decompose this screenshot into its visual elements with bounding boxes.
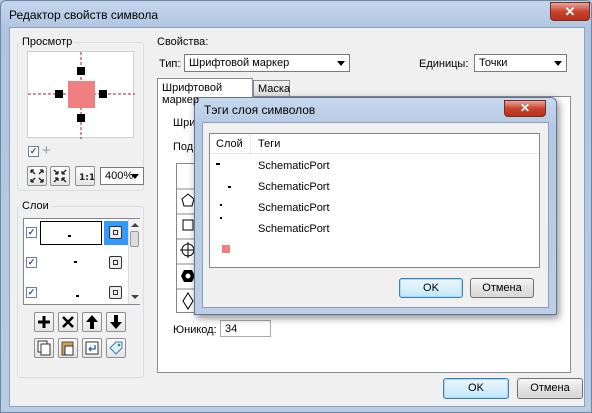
paste-icon	[61, 341, 74, 356]
zoom-select[interactable]: 400%	[100, 167, 144, 185]
crosshair-icon: +	[42, 142, 51, 159]
layer-tags-dialog: Тэги слоя символов ✕ Слой Теги Schematic…	[194, 97, 557, 315]
paste-layer-button[interactable]	[58, 338, 78, 358]
copy-icon	[37, 340, 51, 356]
tag-cell: SchematicPort	[258, 202, 330, 214]
close-button[interactable]: ✕	[550, 2, 590, 21]
properties-label: Свойства:	[157, 36, 209, 48]
units-value: Точки	[479, 57, 508, 69]
zoom-value: 400%	[105, 170, 134, 182]
scroll-down-icon[interactable]	[131, 295, 139, 299]
units-select[interactable]: Точки	[474, 54, 567, 72]
layer-thumbnail	[40, 221, 102, 245]
preview-canvas	[27, 51, 135, 139]
column-divider	[250, 134, 251, 154]
zoom-fit-icon	[30, 169, 44, 183]
layer-visible-checkbox[interactable]: ✓	[26, 287, 37, 298]
layer-tags-button[interactable]	[106, 338, 126, 358]
layer-preview	[222, 245, 230, 253]
dialog-title: Тэги слоя символов	[204, 103, 316, 117]
layer-thumbnail	[74, 261, 77, 263]
undo-icon	[85, 341, 99, 355]
layer-preview	[220, 217, 222, 219]
table-row[interactable]	[210, 240, 539, 260]
tags-list: Слой Теги SchematicPort SchematicPort Sc…	[209, 133, 540, 268]
layer-preview	[216, 163, 220, 165]
lock-icon[interactable]	[109, 256, 122, 269]
layers-list: ✓ ✓ ✓	[23, 218, 140, 305]
tab-mask-label: Маска	[258, 83, 291, 95]
preview-label: Просмотр	[22, 36, 73, 48]
layer-thumbnail	[76, 295, 79, 297]
column-header-layer[interactable]: Слой	[216, 138, 243, 150]
scroll-up-icon[interactable]	[131, 223, 139, 227]
dialog-client: Слой Теги SchematicPort SchematicPort Sc…	[202, 122, 549, 308]
add-layer-button[interactable]	[34, 312, 54, 332]
type-label: Тип:	[159, 58, 181, 70]
units-label: Единицы:	[419, 58, 469, 70]
layers-label: Слои	[22, 200, 49, 212]
tag-icon	[109, 341, 123, 355]
type-select[interactable]: Шрифтовой маркер	[184, 54, 350, 72]
actual-size-button[interactable]: 1:1	[75, 166, 95, 186]
reset-layer-button[interactable]	[82, 338, 102, 358]
layers-scrollbar[interactable]	[128, 219, 140, 304]
dialog-ok-button[interactable]: OK	[399, 278, 463, 298]
remove-layer-button[interactable]	[58, 312, 78, 332]
layer-preview	[220, 204, 222, 206]
tab-font-marker[interactable]: Шрифтовой маркер	[157, 78, 253, 106]
window-title: Редактор свойств символа	[9, 8, 159, 22]
zoom-full-button[interactable]	[50, 166, 70, 186]
unicode-value: 34	[225, 323, 238, 335]
actual-size-icon: 1:1	[79, 173, 95, 183]
tag-cell: SchematicPort	[258, 160, 330, 172]
ok-button[interactable]: OK	[443, 378, 509, 399]
layer-row-selected[interactable]: ✓	[24, 220, 128, 246]
cancel-button[interactable]: Отмена	[517, 378, 583, 399]
symbol-editor-window: Редактор свойств символа ✕ Просмотр ✓ +	[0, 0, 592, 413]
chevron-down-icon	[554, 61, 562, 66]
layer-row[interactable]: ✓	[24, 250, 128, 276]
arrow-down-icon	[110, 315, 122, 329]
move-layer-down-button[interactable]	[106, 312, 126, 332]
table-row[interactable]: SchematicPort	[210, 217, 539, 239]
layer-visible-checkbox[interactable]: ✓	[26, 257, 37, 268]
table-row[interactable]: SchematicPort	[210, 177, 539, 197]
table-row[interactable]: SchematicPort	[210, 156, 539, 176]
column-header-tags[interactable]: Теги	[258, 138, 280, 150]
tab-mask[interactable]: Маска	[253, 80, 290, 96]
zoom-fit-button[interactable]	[27, 166, 47, 186]
layer-visible-checkbox[interactable]: ✓	[26, 227, 37, 238]
layer-row[interactable]: ✓	[24, 280, 128, 306]
preview-guides-checkbox[interactable]: ✓	[28, 146, 39, 157]
copy-layer-button[interactable]	[34, 338, 54, 358]
delete-x-icon	[62, 316, 74, 328]
layer-preview	[228, 186, 231, 188]
dialog-close-button[interactable]: ✕	[504, 100, 546, 117]
zoom-full-icon	[53, 169, 67, 183]
lock-icon[interactable]	[109, 226, 122, 239]
unicode-label: Юникод:	[173, 324, 217, 336]
dialog-cancel-button[interactable]: Отмена	[470, 278, 534, 298]
move-layer-up-button[interactable]	[82, 312, 102, 332]
lock-icon[interactable]	[109, 286, 122, 299]
type-value: Шрифтовой маркер	[189, 57, 290, 69]
tag-cell: SchematicPort	[258, 223, 330, 235]
chevron-down-icon	[337, 61, 345, 66]
preview-marker	[28, 52, 135, 139]
table-row[interactable]: SchematicPort	[210, 198, 539, 218]
tag-cell: SchematicPort	[258, 181, 330, 193]
unicode-input[interactable]: 34	[220, 320, 271, 337]
chevron-down-icon	[131, 174, 139, 179]
scroll-thumb[interactable]	[130, 231, 139, 247]
plus-icon	[38, 316, 50, 328]
arrow-up-icon	[86, 315, 98, 329]
tags-list-header: Слой Теги	[210, 134, 539, 154]
svg-text:1:1: 1:1	[79, 173, 94, 183]
